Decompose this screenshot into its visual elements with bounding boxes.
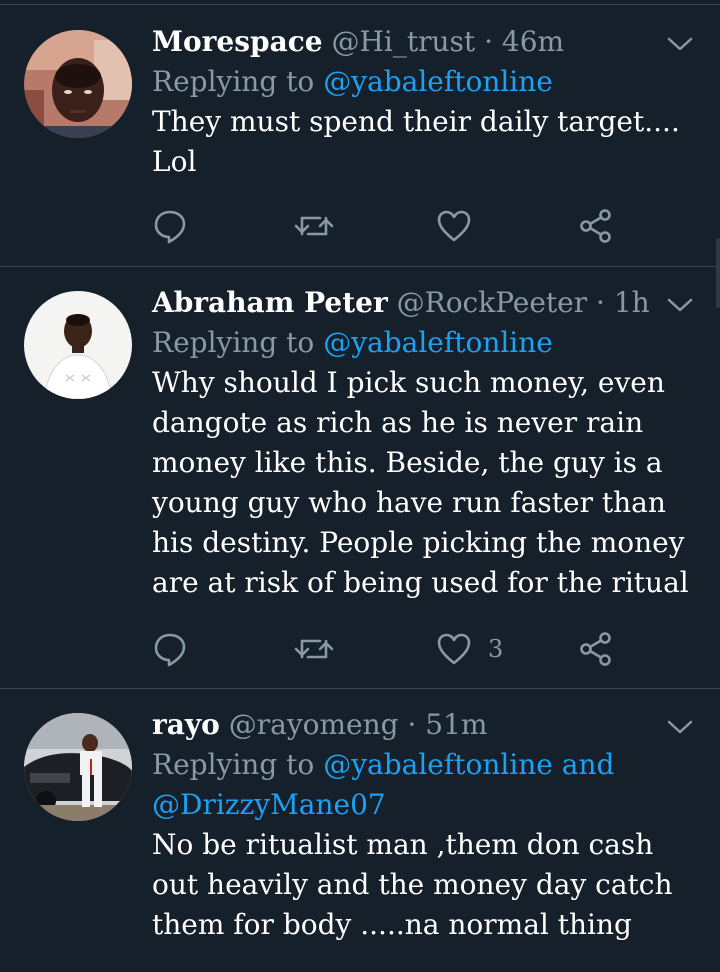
tweet-text: They must spend their daily target.... L…: [152, 105, 680, 178]
scrollbar[interactable]: [716, 238, 720, 308]
tweet-actions: [152, 206, 632, 246]
replying-to-label: Replying to: [152, 65, 315, 98]
share-icon: [580, 632, 611, 666]
reply-button[interactable]: [152, 629, 188, 669]
handle[interactable]: @RockPeeter: [397, 286, 588, 319]
heart-icon: [437, 210, 471, 242]
mention-link[interactable]: @DrizzyMane07: [152, 788, 386, 821]
share-button[interactable]: [578, 629, 614, 669]
replying-to: Replying to @yabaleftonline: [152, 62, 690, 102]
chevron-down-icon[interactable]: [666, 34, 694, 54]
tweet-text: No be ritualist man ,them don cash out h…: [152, 828, 673, 941]
like-count: 3: [488, 635, 504, 663]
share-button[interactable]: [578, 206, 614, 246]
replying-to-continued: @DrizzyMane07: [152, 785, 690, 825]
avatar[interactable]: [24, 713, 132, 821]
chevron-down-icon[interactable]: [666, 295, 694, 315]
retweet-icon: [294, 639, 334, 659]
reply-button[interactable]: [152, 206, 188, 246]
handle[interactable]: @Hi_trust: [332, 25, 476, 58]
mention-link[interactable]: @yabaleftonline: [323, 65, 553, 98]
display-name[interactable]: Abraham Peter: [152, 286, 388, 319]
tweet-3[interactable]: rayo @rayomeng · 51m Replying to @yabale…: [0, 689, 720, 972]
share-icon: [580, 209, 611, 243]
replying-to: Replying to @yabaleftonline: [152, 323, 690, 363]
retweet-button[interactable]: [294, 206, 334, 246]
timestamp[interactable]: · 51m: [408, 708, 488, 741]
heart-icon: [437, 633, 471, 665]
tweet-actions: 3: [152, 629, 632, 669]
retweet-icon: [294, 216, 334, 236]
reply-icon: [154, 210, 186, 244]
tweet-2[interactable]: Abraham Peter @RockPeeter · 1h Replying …: [0, 267, 720, 687]
retweet-button[interactable]: [294, 629, 334, 669]
handle[interactable]: @rayomeng: [229, 708, 399, 741]
like-button[interactable]: 3: [436, 629, 503, 669]
mention-link[interactable]: @yabaleftonline and: [323, 748, 614, 781]
like-button[interactable]: [436, 206, 488, 246]
replying-to: Replying to @yabaleftonline and: [152, 745, 690, 785]
reply-icon: [154, 633, 186, 667]
tweet-1[interactable]: Morespace @Hi_trust · 46m Replying to @y…: [0, 0, 720, 266]
display-name[interactable]: rayo: [152, 708, 220, 741]
display-name[interactable]: Morespace: [152, 25, 323, 58]
tweet-header: rayo @rayomeng · 51m: [152, 705, 690, 745]
mention-link[interactable]: @yabaleftonline: [323, 326, 553, 359]
tweet-header: Morespace @Hi_trust · 46m: [152, 22, 690, 62]
avatar[interactable]: [24, 291, 132, 399]
replying-to-label: Replying to: [152, 748, 315, 781]
avatar[interactable]: [24, 30, 132, 138]
chevron-down-icon[interactable]: [666, 717, 694, 737]
replying-to-label: Replying to: [152, 326, 315, 359]
tweet-text: Why should I pick such money, even dango…: [152, 366, 689, 599]
timestamp[interactable]: · 46m: [484, 25, 564, 58]
timestamp[interactable]: · 1h: [596, 286, 650, 319]
tweet-header: Abraham Peter @RockPeeter · 1h: [152, 283, 690, 323]
